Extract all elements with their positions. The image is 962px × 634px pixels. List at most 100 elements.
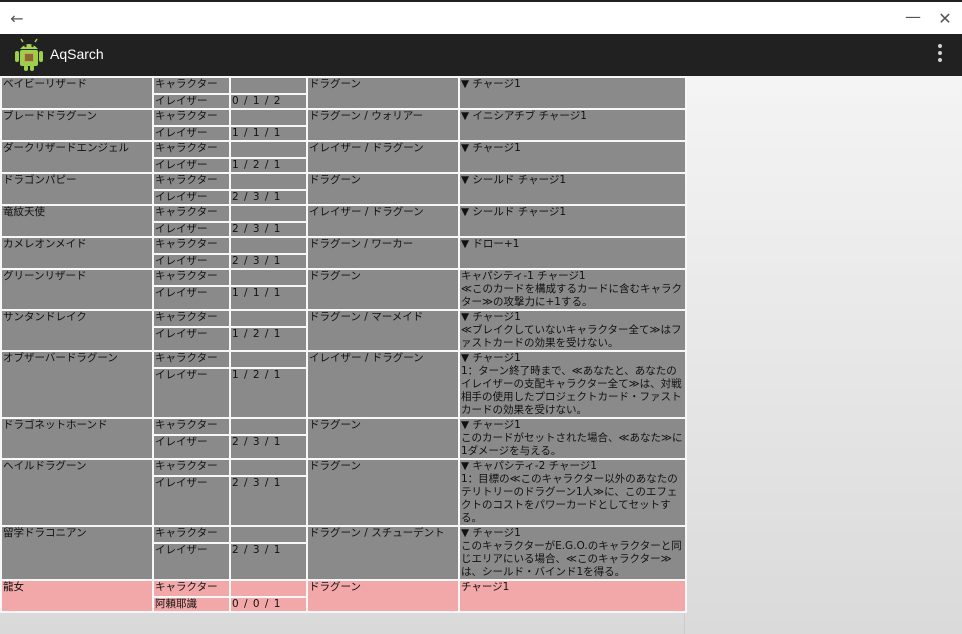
card-row[interactable]: サンタンドレイク キャラクター ドラグーン / マーメイド ▼ チャージ1 ≪ブレイク… <box>0 309 687 352</box>
card-row[interactable]: カメレオンメイド キャラクター ドラグーン / ワーカー ▼ ドロー+1 <box>0 236 687 270</box>
card-tribe: イレイザー / ドラグーン <box>306 350 460 419</box>
card-name: ドラゴネットホーンド <box>0 417 154 460</box>
card-tribe: ドラグーン / ワーカー <box>306 236 460 270</box>
card-name: ダークリザードエンジェル <box>0 140 154 174</box>
card-subtype-label: イレイザー <box>152 326 231 352</box>
card-type-label: キャラクター <box>152 108 231 127</box>
back-arrow-icon[interactable]: ← <box>6 8 28 30</box>
card-effect: ▼ チャージ1 このキャラクターがE.G.O.のキャラクターと同じエリアにいる場… <box>458 525 687 581</box>
card-row[interactable]: ドラゴネットホーンド キャラクター ドラグーン ▼ チャージ1 このカードがセットされ… <box>0 417 687 460</box>
card-type-value <box>229 458 308 477</box>
card-name: オブザーバードラグーン <box>0 350 154 419</box>
minimize-icon[interactable]: — <box>902 6 924 28</box>
card-type-label: キャラクター <box>152 76 231 95</box>
card-tribe: ドラグーン <box>306 268 460 311</box>
card-tribe: イレイザー / ドラグーン <box>306 140 460 174</box>
card-row[interactable]: オブザーバードラグーン キャラクター イレイザー / ドラグーン ▼ チャージ1 1：… <box>0 350 687 419</box>
card-stats: 0 / 1 / 2 <box>229 93 308 110</box>
card-stats: 2 / 3 / 1 <box>229 221 308 238</box>
card-stats: 2 / 3 / 1 <box>229 542 308 581</box>
card-stats: 1 / 2 / 1 <box>229 326 308 352</box>
card-effect: ▼ チャージ1 <box>458 76 687 110</box>
card-type-label: キャラクター <box>152 172 231 191</box>
card-name: サンタンドレイク <box>0 309 154 352</box>
card-tribe: ドラグーン <box>306 458 460 527</box>
card-type-label: キャラクター <box>152 236 231 255</box>
card-type-value <box>229 417 308 436</box>
card-type-label: キャラクター <box>152 268 231 287</box>
card-type-value <box>229 172 308 191</box>
card-effect: ▼ チャージ1 <box>458 140 687 174</box>
card-type-label: キャラクター <box>152 350 231 369</box>
card-effect: キャパシティ-1 チャージ1 ≪このカードを構成するカードに含むキャラクター≫の… <box>458 268 687 311</box>
card-stats: 2 / 3 / 1 <box>229 253 308 270</box>
card-stats: 1 / 1 / 1 <box>229 285 308 311</box>
card-tribe: ドラグーン <box>306 76 460 110</box>
card-stats: 2 / 3 / 1 <box>229 475 308 527</box>
card-type-value <box>229 204 308 223</box>
card-type-value <box>229 236 308 255</box>
card-name: 竜紋天使 <box>0 204 154 238</box>
card-row[interactable]: ドラゴンパピー キャラクター ドラグーン ▼ シールド チャージ1 <box>0 172 687 206</box>
card-name: ドラゴンパピー <box>0 172 154 206</box>
card-effect: チャージ1 <box>458 579 687 613</box>
card-name: ヘイルドラグーン <box>0 458 154 527</box>
card-row[interactable]: ブレードドラグーン キャラクター ドラグーン / ウォリアー ▼ イニシアチブ チャー… <box>0 108 687 142</box>
card-name: ベイビーリザード <box>0 76 154 110</box>
card-type-label: キャラクター <box>152 458 231 477</box>
card-type-value <box>229 268 308 287</box>
card-subtype-label: イレイザー <box>152 475 231 527</box>
card-stats: 2 / 3 / 1 <box>229 434 308 460</box>
card-subtype-label: イレイザー <box>152 125 231 142</box>
card-type-value <box>229 140 308 159</box>
close-icon[interactable]: ✕ <box>934 8 956 30</box>
card-effect: ▼ チャージ1 1：ターン終了時まで、≪あなたと、あなたのイレイザーの支配キャラ… <box>458 350 687 419</box>
card-subtype-label: イレイザー <box>152 542 231 581</box>
card-stats: 0 / 0 / 1 <box>229 596 308 613</box>
card-effect: ▼ イニシアチブ チャージ1 <box>458 108 687 142</box>
card-type-label: キャラクター <box>152 140 231 159</box>
card-tribe: ドラグーン / マーメイド <box>306 309 460 352</box>
overflow-menu-icon[interactable] <box>936 44 944 66</box>
card-subtype-label: イレイザー <box>152 434 231 460</box>
android-logo-icon <box>15 38 43 71</box>
card-row[interactable]: 龍女 キャラクター ドラグーン チャージ1 <box>0 579 687 613</box>
card-type-label: キャラクター <box>152 309 231 328</box>
card-type-value <box>229 350 308 369</box>
card-row[interactable]: 留学ドラコニアン キャラクター ドラグーン / スチューデント ▼ チャージ1 このキ… <box>0 525 687 581</box>
card-type-value <box>229 108 308 127</box>
card-subtype-label: イレイザー <box>152 189 231 206</box>
card-type-label: キャラクター <box>152 417 231 436</box>
card-table: ベイビーリザード キャラクター ドラグーン ▼ チャージ1 イレイザー 0 / 1 / 2… <box>0 76 687 613</box>
card-effect: ▼ チャージ1 このカードがセットされた場合、≪あなた≫に1ダメージを与える。 <box>458 417 687 460</box>
card-row[interactable]: ベイビーリザード キャラクター ドラグーン ▼ チャージ1 <box>0 76 687 110</box>
card-effect: ▼ チャージ1 ≪ブレイクしていないキャラクター全て≫はファストカードの効果を受… <box>458 309 687 352</box>
card-effect: ▼ キャパシティ-2 チャージ1 1：目標の≪このキャラクター以外のあなたのテリ… <box>458 458 687 527</box>
card-type-label: キャラクター <box>152 204 231 223</box>
window-titlebar: ← — ✕ <box>0 0 962 34</box>
card-name: 龍女 <box>0 579 154 613</box>
card-row[interactable]: グリーンリザード キャラクター ドラグーン キャパシティ-1 チャージ1 ≪このカード… <box>0 268 687 311</box>
card-name: グリーンリザード <box>0 268 154 311</box>
app-title: AqSarch <box>50 46 104 62</box>
card-type-value <box>229 309 308 328</box>
card-row[interactable]: ダークリザードエンジェル キャラクター イレイザー / ドラグーン ▼ チャージ1 <box>0 140 687 174</box>
card-subtype-label: イレイザー <box>152 93 231 110</box>
card-subtype-label: イレイザー <box>152 285 231 311</box>
card-effect: ▼ シールド チャージ1 <box>458 172 687 206</box>
card-subtype-label: イレイザー <box>152 253 231 270</box>
card-type-label: キャラクター <box>152 525 231 544</box>
card-tribe: ドラグーン <box>306 417 460 460</box>
detail-pane <box>684 76 962 634</box>
card-row[interactable]: ヘイルドラグーン キャラクター ドラグーン ▼ キャパシティ-2 チャージ1 1：目標… <box>0 458 687 527</box>
card-effect: ▼ ドロー+1 <box>458 236 687 270</box>
card-name: ブレードドラグーン <box>0 108 154 142</box>
card-row[interactable]: 竜紋天使 キャラクター イレイザー / ドラグーン ▼ シールド チャージ1 <box>0 204 687 238</box>
card-tribe: ドラグーン / ウォリアー <box>306 108 460 142</box>
app-bar: AqSarch <box>0 34 962 76</box>
card-type-value <box>229 76 308 95</box>
card-tribe: ドラグーン / スチューデント <box>306 525 460 581</box>
card-name: カメレオンメイド <box>0 236 154 270</box>
card-subtype-label: イレイザー <box>152 157 231 174</box>
card-tribe: イレイザー / ドラグーン <box>306 204 460 238</box>
